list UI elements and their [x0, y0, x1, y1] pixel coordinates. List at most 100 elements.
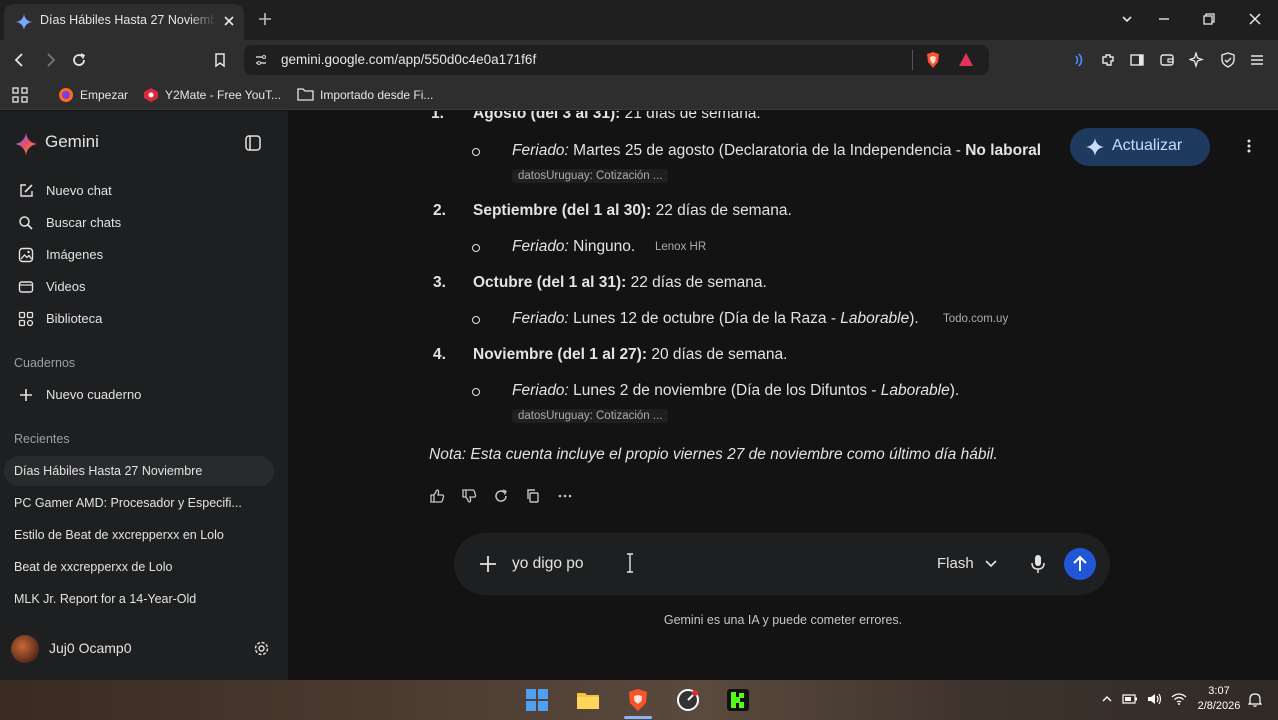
recent-chat-item[interactable]: PC Gamer AMD: Procesador y Especifi...	[14, 496, 242, 510]
add-attachment-icon[interactable]	[478, 554, 498, 574]
update-button-label: Actualizar	[1112, 137, 1183, 154]
audio-icon[interactable]	[1070, 52, 1086, 68]
battery-icon[interactable]	[1122, 692, 1138, 706]
more-options-icon[interactable]	[557, 488, 573, 504]
firefox-icon	[58, 87, 74, 103]
username[interactable]: Juj0 Ocamp0	[49, 640, 131, 656]
site-settings-icon[interactable]	[254, 53, 268, 67]
window-close-icon[interactable]	[1248, 12, 1262, 26]
menu-icon[interactable]	[1249, 52, 1265, 68]
list-item-heading: Septiembre (del 1 al 30): 22 días de sem…	[473, 202, 792, 219]
nav-biblioteca[interactable]: Biblioteca	[0, 304, 288, 334]
bookmark-empezar[interactable]: Empezar	[58, 87, 128, 103]
brave-shields-icon[interactable]	[924, 51, 942, 69]
recent-chat-item[interactable]: Beat de xxcrepperxx de Lolo	[14, 560, 172, 574]
bookmark-label: Importado desde Fi...	[320, 87, 434, 102]
windows-start-icon[interactable]	[524, 687, 550, 713]
leo-ai-icon[interactable]	[1189, 52, 1205, 68]
close-icon[interactable]	[222, 14, 236, 28]
kebab-menu-icon[interactable]	[1241, 138, 1257, 154]
thumbs-down-icon[interactable]	[461, 488, 477, 504]
minimize-icon[interactable]	[1157, 12, 1171, 26]
bookmark-label: Y2Mate - Free YouT...	[165, 88, 282, 102]
volume-icon[interactable]	[1147, 692, 1163, 706]
apps-grid-icon[interactable]	[12, 87, 28, 103]
notifications-icon[interactable]	[1248, 692, 1262, 708]
list-item-heading: Agosto (del 3 al 31): 21 días de semana.	[473, 111, 761, 122]
active-app-indicator	[624, 716, 652, 719]
active-tab[interactable]: Días Hábiles Hasta 27 Noviembre	[4, 4, 244, 40]
nav-label: Buscar chats	[46, 215, 122, 230]
source-chip[interactable]: Lenox HR	[655, 241, 706, 253]
microphone-icon[interactable]	[1030, 553, 1046, 575]
forward-icon[interactable]	[42, 52, 58, 68]
prompt-composer[interactable]: yo digo po Flash	[454, 533, 1110, 595]
holiday-line: Feriado: Lunes 2 de noviembre (Día de lo…	[512, 382, 960, 399]
list-item-heading: Octubre (del 1 al 31): 22 días de semana…	[473, 274, 767, 291]
new-tab-icon[interactable]	[256, 10, 274, 28]
bullet-marker	[472, 244, 480, 252]
system-clock[interactable]: 3:07 2/8/2026	[1196, 684, 1242, 714]
wallet-icon[interactable]	[1159, 52, 1175, 68]
brave-browser-icon[interactable]	[625, 687, 651, 713]
gemini-favicon-icon	[16, 14, 32, 30]
sidebar-panel-icon[interactable]	[1129, 52, 1145, 68]
app-title[interactable]: Gemini	[45, 132, 99, 152]
new-notebook-button[interactable]: Nuevo cuaderno	[0, 380, 288, 410]
update-button[interactable]: Actualizar	[1070, 128, 1210, 166]
windows-taskbar: 3:07 2/8/2026	[0, 680, 1278, 720]
nav-imagenes[interactable]: Imágenes	[0, 240, 288, 270]
nav-label: Nuevo chat	[46, 183, 112, 198]
list-number: 3.	[433, 274, 446, 291]
file-explorer-icon[interactable]	[575, 687, 601, 713]
nav-buscar-chats[interactable]: Buscar chats	[0, 208, 288, 238]
bookmark-importado[interactable]: Importado desde Fi...	[297, 87, 433, 102]
recent-chat-item[interactable]: Días Hábiles Hasta 27 Noviembre	[14, 464, 202, 478]
chevron-down-icon[interactable]	[985, 559, 997, 569]
address-bar[interactable]: gemini.google.com/app/550d0c4e0a171f6f	[244, 45, 989, 75]
bullet-marker	[472, 388, 480, 396]
source-chip[interactable]: Todo.com.uy	[943, 313, 1008, 325]
prompt-input[interactable]: yo digo po	[512, 555, 584, 573]
holiday-line: Feriado: Martes 25 de agosto (Declarator…	[512, 142, 1042, 159]
kick-app-icon[interactable]	[725, 687, 751, 713]
list-number: 4.	[433, 346, 446, 363]
bullet-marker	[472, 316, 480, 324]
model-selector[interactable]: Flash	[937, 555, 974, 572]
back-icon[interactable]	[12, 52, 28, 68]
app-icon[interactable]	[675, 687, 701, 713]
chat-area: 1. Agosto (del 3 al 31): 21 días de sema…	[288, 111, 1278, 680]
source-chip[interactable]: datosUruguay: Cotización ...	[512, 169, 669, 183]
edit-icon	[18, 183, 34, 199]
nav-nuevo-chat[interactable]: Nuevo chat	[0, 176, 288, 206]
gear-icon[interactable]	[253, 640, 270, 657]
clock-date: 2/8/2026	[1197, 700, 1241, 712]
nav-videos[interactable]: Videos	[0, 272, 288, 302]
bookmark-y2mate[interactable]: Y2Mate - Free YouT...	[143, 87, 281, 103]
extensions-icon[interactable]	[1100, 52, 1116, 68]
tab-bar: Días Hábiles Hasta 27 Noviembre	[0, 0, 1278, 40]
nav-label: Nuevo cuaderno	[46, 387, 142, 402]
wifi-icon[interactable]	[1171, 692, 1187, 706]
chevron-down-icon[interactable]	[1120, 12, 1134, 26]
brave-rewards-icon[interactable]	[958, 52, 974, 68]
thumbs-up-icon[interactable]	[429, 488, 445, 504]
holiday-line: Feriado: Ninguno.	[512, 238, 636, 255]
regenerate-icon[interactable]	[493, 488, 509, 504]
recent-chat-item[interactable]: MLK Jr. Report for a 14-Year-Old	[14, 592, 196, 606]
list-item-heading: Noviembre (del 1 al 27): 20 días de sema…	[473, 346, 788, 363]
plus-icon	[18, 387, 34, 403]
reload-icon[interactable]	[71, 52, 87, 68]
sidebar-toggle-icon[interactable]	[244, 134, 262, 152]
chevron-up-icon[interactable]	[1102, 694, 1112, 704]
recent-chat-item[interactable]: Estilo de Beat de xxcrepperxx en Lolo	[14, 528, 224, 542]
y2mate-icon	[143, 87, 159, 103]
vpn-shield-icon[interactable]	[1220, 52, 1236, 68]
tab-title: Días Hábiles Hasta 27 Noviembre	[40, 13, 216, 27]
send-button[interactable]	[1064, 548, 1096, 580]
avatar[interactable]	[11, 635, 39, 663]
source-chip[interactable]: datosUruguay: Cotización ...	[512, 409, 669, 423]
copy-icon[interactable]	[525, 488, 541, 504]
bookmark-icon[interactable]	[212, 52, 228, 68]
restore-icon[interactable]	[1202, 12, 1216, 26]
